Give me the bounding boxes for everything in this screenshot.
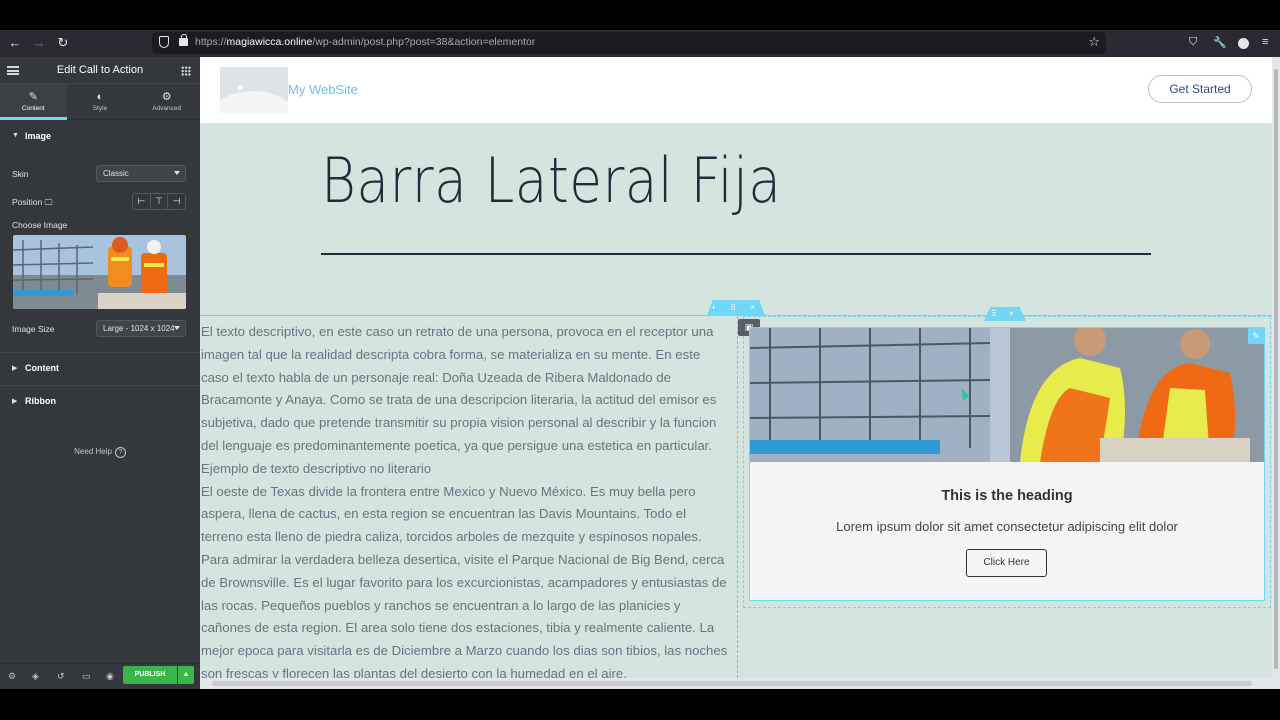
tab-style[interactable]: ◐ Style bbox=[67, 84, 134, 119]
image-size-value: Large - 1024 x 1024 bbox=[103, 324, 175, 333]
screen: ← → ↻ https://magiawicca.online/wp-admin… bbox=[0, 0, 1280, 720]
need-help-link[interactable]: Need Help? bbox=[0, 447, 200, 458]
publish-options-caret-icon[interactable]: ▲ bbox=[178, 666, 194, 684]
section-handle[interactable]: + ⠿ × bbox=[707, 300, 765, 315]
call-to-action-widget[interactable]: ✎ This is the heading Lorem ipsum dolor … bbox=[749, 327, 1265, 601]
image-size-label: Image Size bbox=[12, 324, 55, 334]
get-started-button[interactable]: Get Started bbox=[1148, 75, 1252, 103]
editor-panel: Edit Call to Action ✎ Content ◐ Style ⚙ … bbox=[0, 57, 200, 689]
account-icon[interactable] bbox=[1238, 38, 1249, 49]
position-left-button[interactable]: ⊢ bbox=[133, 194, 151, 209]
page-preview: My WebSite Get Started Barra Lateral Fij… bbox=[200, 57, 1272, 678]
tab-label: Style bbox=[92, 105, 108, 112]
section-image-toggle[interactable]: ▼ Image bbox=[0, 121, 200, 153]
lock-icon[interactable] bbox=[179, 34, 188, 46]
publish-button[interactable]: PUBLISH bbox=[123, 666, 177, 684]
history-icon[interactable]: ↺ bbox=[57, 671, 65, 682]
section-content-toggle[interactable]: ▶ Content bbox=[0, 352, 200, 384]
cta-click-here-button[interactable]: Click Here bbox=[966, 549, 1047, 577]
site-name[interactable]: My WebSite bbox=[288, 82, 358, 97]
caret-down-icon: ▼ bbox=[12, 132, 19, 139]
tab-label: Advanced bbox=[152, 105, 182, 112]
need-help-label: Need Help bbox=[74, 447, 112, 456]
gear-icon: ⚙ bbox=[161, 91, 172, 103]
desktop-icon[interactable]: 🖵 bbox=[45, 198, 53, 207]
panel-footer: ⚙ ◈ ↺ ▭ ◉ PUBLISH ▲ bbox=[0, 663, 200, 689]
position-right-button[interactable]: ⊣ bbox=[168, 194, 185, 209]
section-label: Ribbon bbox=[25, 396, 56, 406]
question-icon: ? bbox=[114, 447, 126, 458]
panel-tabs: ✎ Content ◐ Style ⚙ Advanced bbox=[0, 84, 200, 120]
logo-placeholder-image[interactable] bbox=[220, 67, 288, 113]
cta-description: Lorem ipsum dolor sit amet consectetur a… bbox=[836, 519, 1178, 534]
tab-advanced[interactable]: ⚙ Advanced bbox=[133, 84, 200, 119]
edit-widget-pencil-icon[interactable]: ✎ bbox=[1248, 328, 1264, 344]
forward-arrow-icon[interactable]: → bbox=[31, 35, 47, 51]
choose-image-label: Choose Image bbox=[12, 220, 68, 230]
settings-gear-icon[interactable]: ⚙ bbox=[8, 671, 16, 682]
panel-title: Edit Call to Action bbox=[56, 64, 144, 76]
paragraph-2: Ejemplo de texto descriptivo no literari… bbox=[201, 460, 432, 476]
panel-header: Edit Call to Action bbox=[0, 57, 200, 84]
menu-icon[interactable]: ≡ bbox=[1262, 36, 1268, 48]
wrench-icon[interactable]: 🔧 bbox=[1213, 36, 1227, 49]
pocket-icon[interactable]: ⛉ bbox=[1189, 36, 1197, 49]
caret-right-icon: ▶ bbox=[12, 398, 18, 405]
column-divider bbox=[737, 316, 738, 678]
tab-label: Content bbox=[21, 105, 45, 112]
tab-content[interactable]: ✎ Content bbox=[0, 84, 67, 120]
vertical-scrollbar[interactable] bbox=[1272, 57, 1280, 678]
skin-value: Classic bbox=[103, 169, 129, 178]
paragraph-3: El oeste de Texas divide la frontera ent… bbox=[201, 483, 728, 678]
url-bar[interactable]: https://magiawicca.online/wp-admin/post.… bbox=[152, 32, 1106, 54]
horizontal-scrollbar[interactable] bbox=[200, 678, 1280, 689]
body-text[interactable]: El texto descriptivo, en este caso un re… bbox=[201, 321, 731, 678]
skin-select[interactable]: Classic bbox=[96, 165, 186, 182]
half-circle-icon: ◐ bbox=[96, 91, 104, 103]
dropdown-caret-icon bbox=[174, 171, 180, 175]
url-text: https://magiawicca.online/wp-admin/post.… bbox=[195, 36, 536, 48]
skin-label: Skin bbox=[12, 169, 29, 179]
pencil-icon: ✎ bbox=[28, 91, 38, 103]
section-ribbon-toggle[interactable]: ▶ Ribbon bbox=[0, 385, 200, 417]
back-arrow-icon[interactable]: ← bbox=[7, 35, 23, 51]
reload-icon[interactable]: ↻ bbox=[55, 35, 71, 51]
cta-heading: This is the heading bbox=[941, 488, 1073, 504]
caret-right-icon: ▶ bbox=[12, 365, 18, 372]
dropdown-caret-icon bbox=[174, 326, 180, 330]
shield-icon[interactable] bbox=[159, 36, 169, 48]
widgets-grid-icon[interactable] bbox=[181, 66, 191, 76]
section-label: Image bbox=[25, 131, 52, 141]
responsive-icon[interactable]: ▭ bbox=[82, 671, 91, 682]
bookmark-star-icon[interactable]: ☆ bbox=[1088, 34, 1100, 50]
position-label: Position 🖵 bbox=[12, 197, 53, 207]
section-label: Content bbox=[25, 363, 59, 373]
cta-image: ✎ bbox=[750, 328, 1264, 462]
hero-divider bbox=[321, 253, 1151, 255]
image-size-select[interactable]: Large - 1024 x 1024 bbox=[96, 320, 186, 337]
position-toggle-group: ⊢ ⊤ ⊣ bbox=[132, 193, 186, 210]
paragraph-1: El texto descriptivo, en este caso un re… bbox=[201, 324, 717, 453]
choose-image-thumbnail[interactable] bbox=[13, 235, 186, 309]
position-top-button[interactable]: ⊤ bbox=[151, 194, 169, 209]
hero-heading[interactable]: Barra Lateral Fija bbox=[321, 144, 781, 217]
site-header: My WebSite Get Started bbox=[200, 57, 1272, 123]
preview-eye-icon[interactable]: ◉ bbox=[106, 671, 114, 682]
layers-icon[interactable]: ◈ bbox=[32, 671, 39, 682]
browser-toolbar: ← → ↻ https://magiawicca.online/wp-admin… bbox=[0, 30, 1280, 57]
